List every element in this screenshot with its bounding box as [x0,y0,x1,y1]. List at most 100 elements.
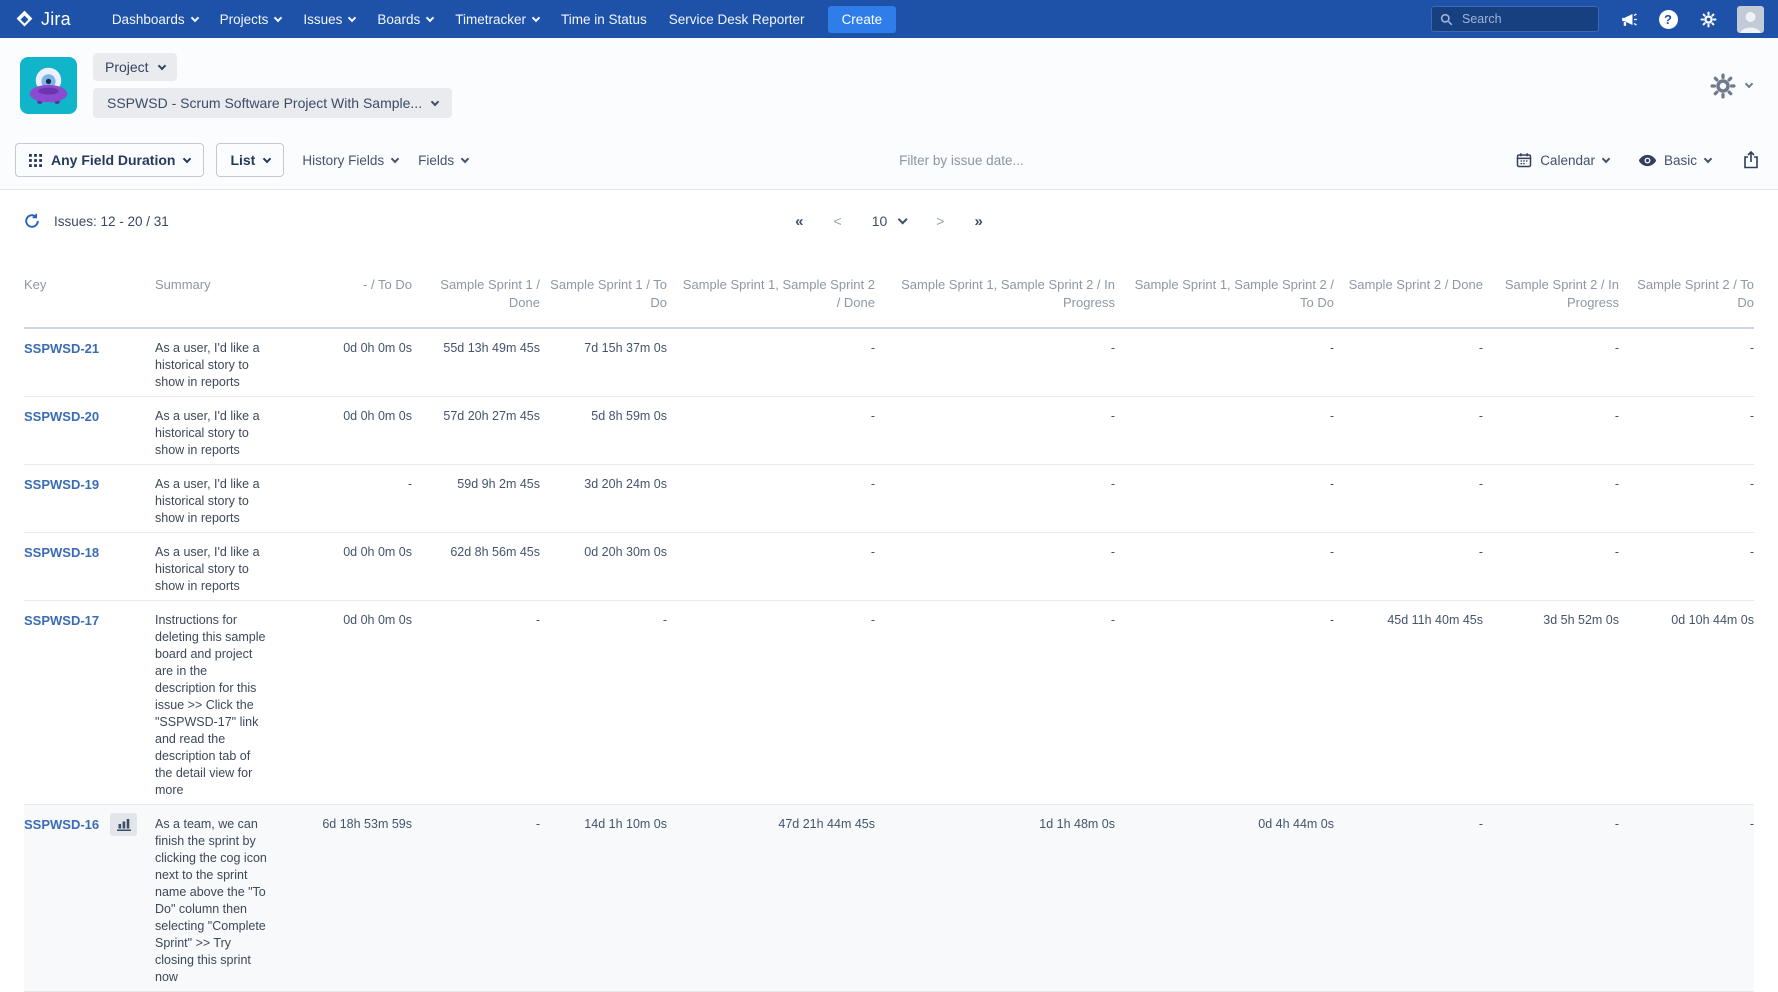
first-page-button[interactable]: « [795,214,803,229]
display-mode-dropdown[interactable]: Basic [1639,153,1711,168]
nav-item-issues[interactable]: Issues [292,0,366,38]
duration-cell: - [412,601,540,805]
duration-cell: - [1619,397,1754,465]
scope-selector[interactable]: Project [93,53,177,81]
issue-key-link[interactable]: SSPWSD-19 [24,476,99,493]
announcements-icon[interactable] [1617,8,1639,30]
column-header[interactable]: Sample Sprint 2 / In Progress [1483,252,1619,328]
nav-item-label: Projects [220,12,269,27]
duration-cell: - [1334,805,1483,992]
nav-item-label: Issues [303,12,342,27]
column-header[interactable]: Sample Sprint 1 / To Do [540,252,667,328]
top-nav: Jira Dashboards Projects Issues BoardsTimet… [0,0,1778,38]
duration-cell: 0d 20h 30m 0s [540,533,667,601]
duration-cell: 0d 0h 0m 0s [295,397,412,465]
duration-cell: 62d 8h 56m 45s [412,533,540,601]
issue-date-filter-input[interactable] [897,152,1097,169]
issue-summary: As a user, I'd like a historical story t… [155,533,295,601]
issue-summary: As a user, I'd like a historical story t… [155,465,295,533]
column-header[interactable]: Sample Sprint 1, Sample Sprint 2 / Done [667,252,875,328]
search-input[interactable] [1460,11,1570,27]
nav-menu: Dashboards Projects Issues BoardsTimetracke… [101,0,816,38]
duration-cell: - [1115,533,1334,601]
duration-cell: - [667,601,875,805]
nav-item-time-in-status[interactable]: Time in Status [550,0,658,38]
duration-cell: - [667,328,875,397]
grid-icon [29,154,42,167]
project-select[interactable]: SSPWSD - Scrum Software Project With Sam… [93,88,452,118]
duration-cell: - [1483,465,1619,533]
issues-count: Issues: 12 - 20 / 31 [54,214,169,229]
pagination: « < 10 > » [795,213,983,229]
issue-key-link[interactable]: SSPWSD-16 [24,816,99,833]
column-header[interactable]: Sample Sprint 2 / Done [1334,252,1483,328]
chevron-down-icon [532,13,540,21]
nav-item-timetracker[interactable]: Timetracker [444,0,550,38]
chevron-down-icon [274,13,282,21]
settings-gear-icon[interactable] [1697,8,1719,30]
column-header[interactable]: Sample Sprint 2 / To Do [1619,252,1754,328]
view-type-dropdown[interactable]: List [216,143,284,177]
column-header[interactable]: Sample Sprint 1, Sample Sprint 2 / In Pr… [875,252,1115,328]
search-box[interactable] [1431,6,1599,32]
duration-cell: - [875,397,1115,465]
duration-cell: 57d 20h 27m 45s [412,397,540,465]
chevron-down-icon [183,154,191,162]
duration-cell: - [1483,397,1619,465]
view-type-label: List [230,152,255,168]
column-header[interactable]: Sample Sprint 1, Sample Sprint 2 / To Do [1115,252,1334,328]
duration-cell: - [875,601,1115,805]
issue-summary: As a user, I'd like a historical story t… [155,328,295,397]
duration-cell: - [667,397,875,465]
chevron-down-icon [1745,80,1753,88]
duration-cell: 6d 18h 53m 59s [295,805,412,992]
field-duration-label: Any Field Duration [51,152,175,168]
history-fields-dropdown[interactable]: History Fields [292,145,408,176]
refresh-icon[interactable] [24,213,40,229]
jira-logo[interactable]: Jira [14,9,71,30]
field-duration-dropdown[interactable]: Any Field Duration [15,143,204,177]
column-header[interactable]: Sample Sprint 1 / Done [412,252,540,328]
nav-right-cluster: ? [1431,6,1764,33]
nav-item-dashboards[interactable]: Dashboards [101,0,209,38]
duration-cell: 59d 9h 2m 45s [412,465,540,533]
duration-cell: - [1619,533,1754,601]
issue-key-link[interactable]: SSPWSD-20 [24,408,99,425]
display-mode-label: Basic [1664,153,1697,168]
issue-key-link[interactable]: SSPWSD-17 [24,612,99,629]
report-settings-button[interactable] [1708,71,1752,101]
table-row: SSPWSD-17Instructions for deleting this … [24,601,1754,805]
page-size-select[interactable]: 10 [872,213,907,229]
fields-dropdown[interactable]: Fields [408,145,478,176]
nav-item-label: Time in Status [561,12,647,27]
user-avatar[interactable] [1737,6,1764,33]
column-header[interactable]: - / To Do [295,252,412,328]
chevron-down-icon [426,13,434,21]
last-page-button[interactable]: » [974,214,982,229]
duration-cell: - [1115,397,1334,465]
create-button[interactable]: Create [828,6,897,33]
prev-page-button[interactable]: < [834,214,842,228]
history-fields-label: History Fields [302,153,384,168]
calendar-icon [1516,152,1532,168]
column-header[interactable]: Key [24,252,155,328]
duration-cell: - [1115,328,1334,397]
duration-cell: - [1334,465,1483,533]
issue-key-link[interactable]: SSPWSD-21 [24,340,99,357]
nav-item-projects[interactable]: Projects [209,0,293,38]
help-icon[interactable]: ? [1657,8,1679,30]
chevron-down-icon [898,215,908,225]
table-row: SSPWSD-16As a team, we can finish the sp… [24,805,1754,992]
column-header[interactable]: Summary [155,252,295,328]
calendar-dropdown[interactable]: Calendar [1516,152,1609,168]
bar-chart-icon[interactable] [110,813,137,836]
nav-item-service-desk-reporter[interactable]: Service Desk Reporter [658,0,816,38]
duration-cell: - [1483,328,1619,397]
duration-cell: - [1483,533,1619,601]
next-page-button[interactable]: > [936,214,944,228]
duration-cell: - [1334,328,1483,397]
page-size-value: 10 [872,213,888,229]
issue-key-link[interactable]: SSPWSD-18 [24,544,99,561]
export-button[interactable] [1741,149,1761,171]
nav-item-boards[interactable]: Boards [366,0,444,38]
